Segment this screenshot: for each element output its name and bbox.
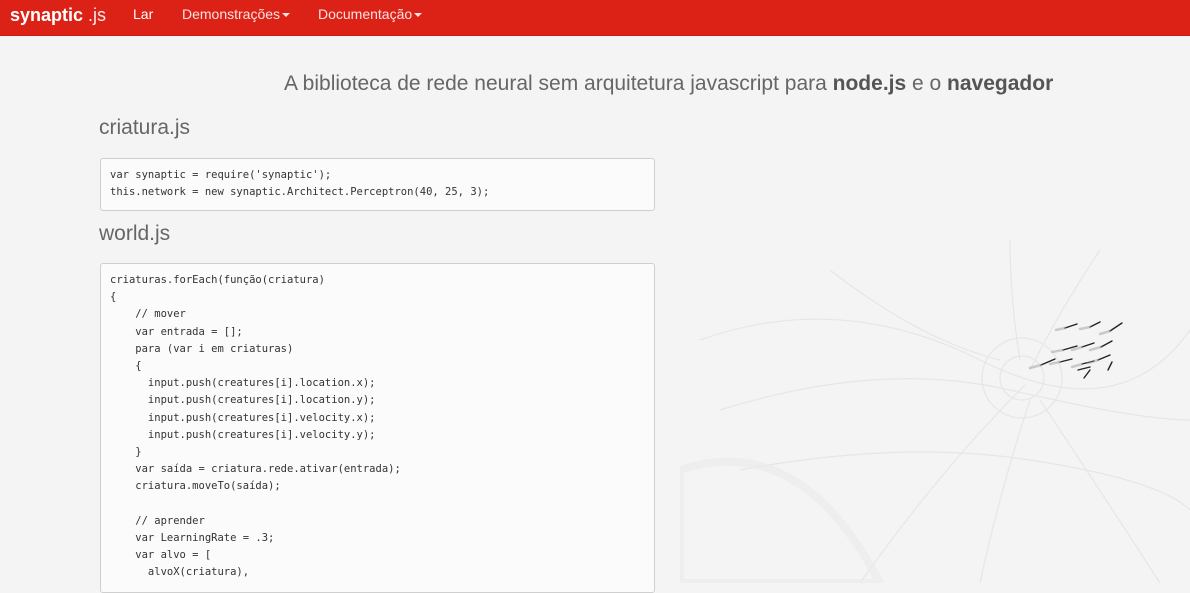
code-line: alvoX(criatura), xyxy=(110,566,250,579)
code-line: // mover xyxy=(110,308,186,321)
nav-item-label: Demonstrações xyxy=(182,6,281,22)
nav-item-home[interactable]: Lar xyxy=(133,0,153,28)
code-line: var saída = criatura.rede.ativar(entrada… xyxy=(110,463,401,476)
caret-down-icon xyxy=(414,13,423,18)
brand-extension: .js xyxy=(88,5,107,25)
code-line: var synaptic = require('synaptic'); xyxy=(110,169,332,181)
hero-tagline: A biblioteca de rede neural sem arquitet… xyxy=(284,70,1053,98)
brand-name: synaptic xyxy=(10,5,84,25)
code-line: var entrada = []; xyxy=(110,325,243,338)
code-block-world[interactable]: criaturas.forEach(função(criatura) { // … xyxy=(100,263,655,593)
tagline-browser: navegador xyxy=(947,72,1054,95)
code-line: criatura.moveTo(saída); xyxy=(110,480,281,493)
code-line: input.push(creatures[i].location.x); xyxy=(110,377,376,390)
code-line: criaturas.forEach(função(criatura) xyxy=(110,274,325,286)
nav-item-docs-dropdown[interactable]: Documentação xyxy=(318,0,423,28)
brand-logo[interactable]: synaptic .js xyxy=(10,4,106,30)
code-line: } xyxy=(110,445,142,458)
section-title-world: world.js xyxy=(99,222,171,245)
background-illustration xyxy=(680,239,1190,583)
code-line: para (var i em criaturas) xyxy=(110,342,294,355)
section-title-creature: criatura.js xyxy=(99,116,191,139)
tagline-mid: e o xyxy=(906,72,948,95)
code-line: input.push(creatures[i].velocity.x); xyxy=(110,411,376,424)
code-line: { xyxy=(110,359,142,372)
nav-item-demos-dropdown[interactable]: Demonstrações xyxy=(182,0,291,28)
code-line: { xyxy=(110,291,117,304)
nav-item-label: Documentação xyxy=(318,6,413,22)
top-navbar: synaptic .js Lar Demonstrações Documentaç… xyxy=(0,0,1190,36)
code-line: var alvo = [ xyxy=(110,549,212,561)
code-line: // aprender xyxy=(110,514,205,527)
caret-down-icon xyxy=(282,13,291,18)
code-line: this.network = new synaptic.Architect.Pe… xyxy=(110,186,490,199)
code-block-creature[interactable]: var synaptic = require('synaptic'); this… xyxy=(100,158,655,211)
tagline-text: A biblioteca de rede neural sem arquitet… xyxy=(284,72,833,95)
code-line: input.push(creatures[i].velocity.y); xyxy=(110,428,376,441)
code-line: var LearningRate = .3; xyxy=(110,531,275,544)
code-line: input.push(creatures[i].location.y); xyxy=(110,394,376,407)
tagline-node: node.js xyxy=(832,72,907,95)
nav-item-label: Lar xyxy=(133,6,154,22)
